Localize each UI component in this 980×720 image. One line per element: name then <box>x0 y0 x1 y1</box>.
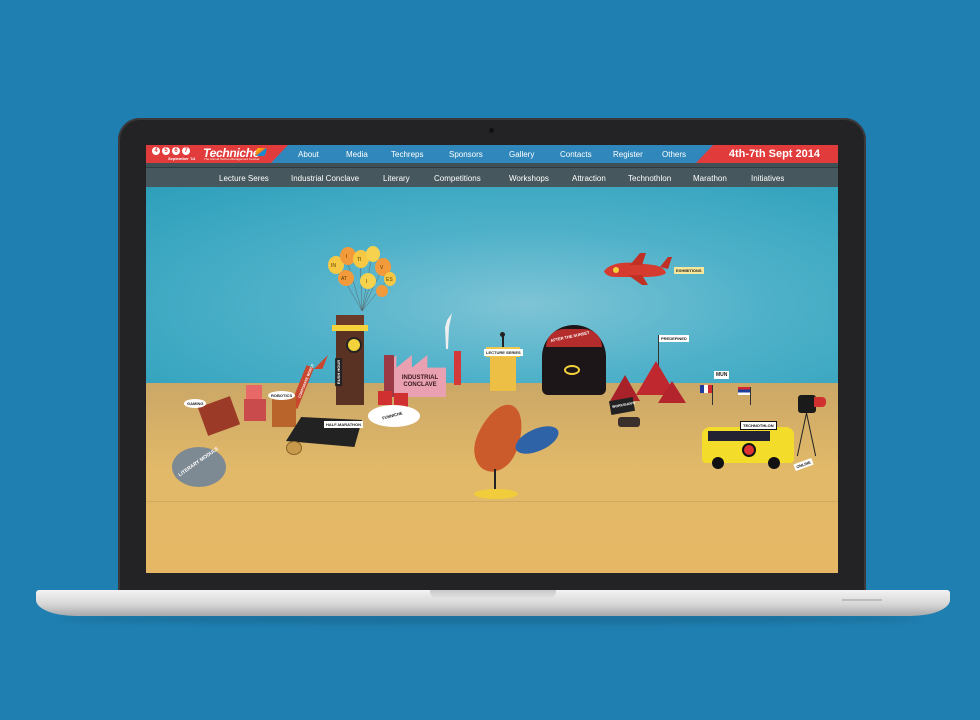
date-digit: 7 <box>182 147 190 155</box>
online-label: ONLINE <box>793 457 814 472</box>
balloon-icon: IN I TI AT I V ES <box>328 246 396 312</box>
coin-icon <box>286 441 302 455</box>
arrow-icon <box>314 355 328 369</box>
subnav-workshops[interactable]: Workshops <box>509 174 549 183</box>
flag-icon <box>738 387 750 395</box>
lecture-series-podium[interactable]: LECTURE SERIES <box>484 332 523 391</box>
subnav-technothlon[interactable]: Technothlon <box>628 174 671 183</box>
subnav-marathon[interactable]: Marathon <box>693 174 727 183</box>
date-caption: September '14 <box>168 156 196 161</box>
nav-about[interactable]: About <box>298 150 319 159</box>
event-dates: 4th-7th Sept 2014 <box>728 148 820 160</box>
sub-nav: Lecture Seres Industrial Conclave Litera… <box>146 167 838 187</box>
literary-module-bubble[interactable]: LITERARY MODULE <box>172 446 226 493</box>
event-date-box: 4th-7th Sept 2014 <box>696 145 838 163</box>
industrial-conclave-label: INDUSTRIAL CONCLAVE <box>401 375 439 388</box>
rush-hour-label: RUSH HOUR <box>335 357 343 387</box>
date-circles: 4 5 6 7 <box>152 147 190 155</box>
technothlon-logo-icon <box>742 443 756 457</box>
predefined-label: PREDEFINED <box>659 335 689 342</box>
svg-text:I: I <box>366 279 367 285</box>
laptop-lid: 4 5 6 7 September '14 Techniche The Annu… <box>118 118 866 596</box>
wheel-icon <box>768 457 780 469</box>
clock-icon <box>346 337 362 353</box>
robotics-label: ROBOTICS <box>268 391 296 400</box>
robot-icon <box>246 385 262 399</box>
nav-contacts[interactable]: Contacts <box>560 150 592 159</box>
svg-text:I: I <box>346 254 347 260</box>
workshops-sign[interactable]: WORKSHOPS <box>608 397 644 433</box>
svg-text:ES: ES <box>386 277 393 283</box>
laptop-screen: 4 5 6 7 September '14 Techniche The Annu… <box>146 145 838 573</box>
flag-icon <box>700 385 712 393</box>
subnav-literary[interactable]: Literary <box>383 174 410 183</box>
gear-icon <box>618 417 640 427</box>
gaming-bubble[interactable]: GAMING <box>184 397 208 413</box>
industrial-conclave-factory[interactable]: INDUSTRIAL CONCLAVE <box>384 341 446 397</box>
svg-text:AT: AT <box>341 276 347 282</box>
after-the-sunset-stage[interactable]: AFTER THE SUNSET <box>542 325 606 395</box>
mun-label: MUN <box>714 371 730 379</box>
initiatives-balloons[interactable]: IN I TI AT I V ES <box>324 245 396 315</box>
airplane-icon <box>604 253 672 285</box>
wheel-icon <box>712 457 724 469</box>
tent-icon <box>610 375 640 401</box>
leaf-sculpture[interactable] <box>466 397 570 499</box>
exhibitions-plane[interactable]: EXHIBITIONS <box>602 253 752 289</box>
dice-icon <box>378 391 392 405</box>
nav-media[interactable]: Media <box>346 150 368 159</box>
date-digit: 4 <box>152 147 160 155</box>
brand-mark-icon <box>254 148 268 156</box>
gaming-label: GAMING <box>184 399 207 408</box>
date-digit: 5 <box>162 147 170 155</box>
nav-others[interactable]: Others <box>662 150 686 159</box>
laptop-notch <box>430 590 556 599</box>
nav-gallery[interactable]: Gallery <box>509 150 534 159</box>
subnav-industrial-conclave[interactable]: Industrial Conclave <box>291 174 359 183</box>
subnav-competitions[interactable]: Competitions <box>434 174 481 183</box>
online-camera[interactable]: ONLINE <box>793 395 838 477</box>
subnav-initiatives[interactable]: Initiatives <box>751 174 784 183</box>
svg-text:TI: TI <box>357 257 361 263</box>
drum-kit-icon <box>564 365 580 375</box>
mun-flags[interactable]: MUN <box>700 371 770 415</box>
top-nav-bar: 4 5 6 7 September '14 Techniche The Annu… <box>146 145 838 163</box>
lecture-series-label: LECTURE SERIES <box>484 349 523 356</box>
subnav-attraction[interactable]: Attraction <box>572 174 606 183</box>
brand-tagline: The Annual Techno-Management Festival <box>204 157 260 161</box>
date-digit: 6 <box>172 147 180 155</box>
site-logo[interactable]: 4 5 6 7 September '14 Techniche The Annu… <box>146 145 288 163</box>
rush-hour-tower[interactable]: RUSH HOUR <box>332 315 368 405</box>
laptop-base <box>36 590 950 616</box>
half-marathon-road[interactable]: HALF-MARATHON <box>286 407 376 455</box>
nav-techreps[interactable]: Techreps <box>391 150 423 159</box>
nav-sponsors[interactable]: Sponsors <box>449 150 483 159</box>
half-marathon-label: HALF-MARATHON <box>324 421 364 428</box>
svg-text:IN: IN <box>331 263 336 269</box>
camera-icon <box>489 128 494 133</box>
subnav-lecture-series[interactable]: Lecture Seres <box>219 174 269 183</box>
technothlon-label: TECHNOTHLON <box>740 421 777 430</box>
exhibitions-label: EXHIBITIONS <box>674 267 704 274</box>
nav-register[interactable]: Register <box>613 150 643 159</box>
funniche-dice[interactable]: FUNNICHE <box>368 391 420 439</box>
